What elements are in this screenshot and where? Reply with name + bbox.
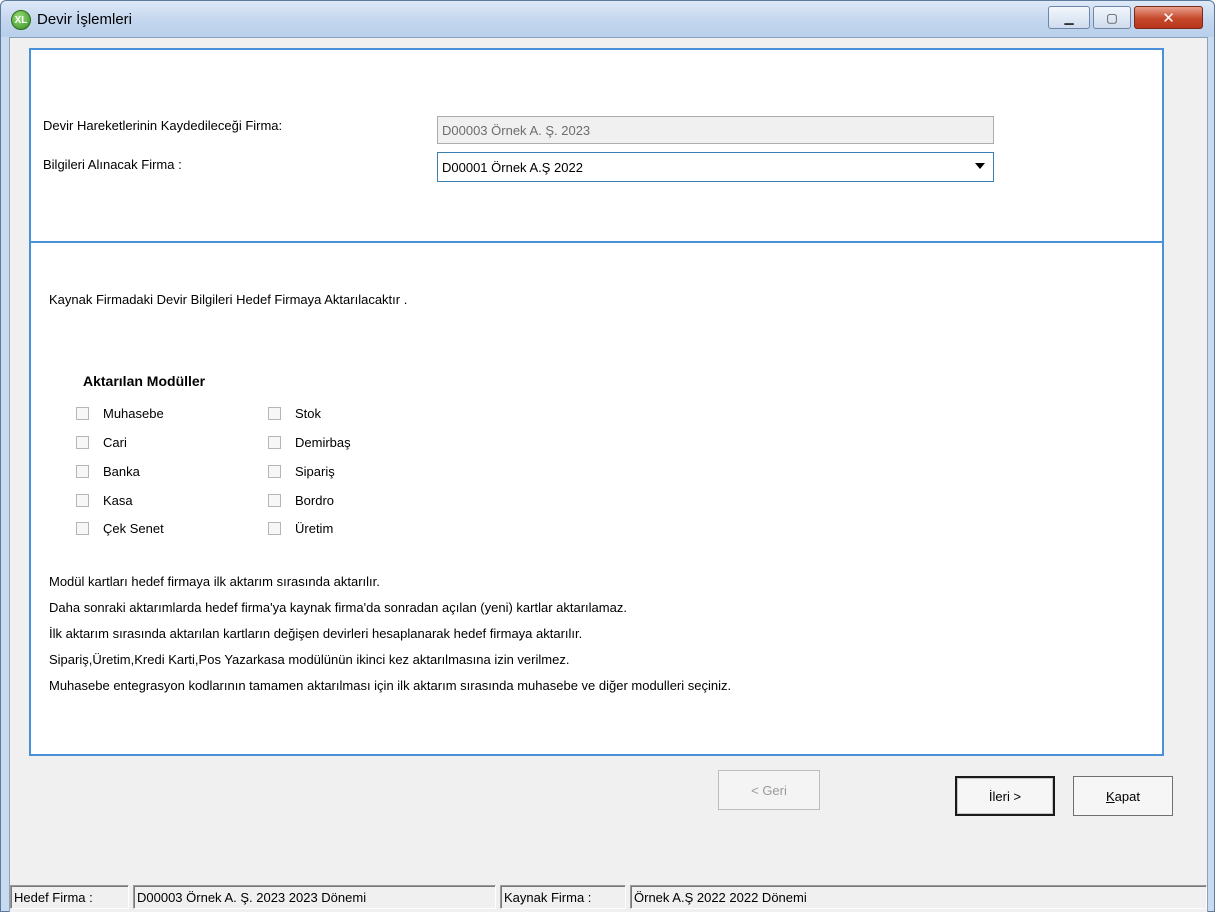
status-source-label: Kaynak Firma : [500,885,626,909]
note-line: Muhasebe entegrasyon kodlarının tamamen … [49,678,732,693]
next-button[interactable]: İleri > [955,776,1055,816]
checkbox-box[interactable] [268,465,281,478]
module-checkbox-demirbas[interactable]: Demirbaş [268,435,351,450]
firm-selection-panel: Devir Hareketlerinin Kaydedileceği Firma… [29,48,1164,243]
note-line: Modül kartları hedef firmaya ilk aktarım… [49,574,380,589]
checkbox-box[interactable] [268,494,281,507]
source-firm-label: Bilgileri Alınacak Firma : [43,157,182,172]
window-title: Devir İşlemleri [37,11,133,28]
dialog-client-area: Devir Hareketlerinin Kaydedileceği Firma… [9,37,1208,912]
module-label: Üretim [295,521,334,536]
next-button-label: İleri > [957,778,1053,814]
status-bar: Hedef Firma : D00003 Örnek A. Ş. 2023 20… [10,880,1207,912]
source-firm-value: D00001 Örnek A.Ş 2022 [442,159,583,175]
module-label: Muhasebe [103,406,164,421]
module-label: Cari [103,435,127,450]
title-bar[interactable]: XL Devir İşlemleri ▁ ▢ ✕ [1,1,1214,37]
note-line: Daha sonraki aktarımlarda hedef firma'ya… [49,600,627,615]
status-target-value: D00003 Örnek A. Ş. 2023 2023 Dönemi [133,885,496,909]
module-checkbox-bordro[interactable]: Bordro [268,493,334,508]
status-source-value: Örnek A.Ş 2022 2022 Dönemi [630,885,1207,909]
module-checkbox-kasa[interactable]: Kasa [76,493,133,508]
close-icon: ✕ [1162,9,1175,27]
module-checkbox-banka[interactable]: Banka [76,464,140,479]
close-window-button[interactable]: ✕ [1134,6,1203,29]
module-label: Bordro [295,493,335,508]
module-label: Çek Senet [103,521,164,536]
checkbox-box[interactable] [76,522,89,535]
app-logo-icon: XL [11,10,31,30]
module-label: Banka [103,464,140,479]
note-line: Sipariş,Üretim,Kredi Karti,Pos Yazarkasa… [49,652,570,667]
module-checkbox-muhasebe[interactable]: Muhasebe [76,406,164,421]
checkbox-box[interactable] [268,436,281,449]
close-button[interactable]: Kapat [1073,776,1173,816]
module-label: Kasa [103,493,133,508]
transfer-info-panel: Kaynak Firmadaki Devir Bilgileri Hedef F… [29,241,1164,756]
modules-title: Aktarılan Modüller [83,373,206,389]
info-line: Kaynak Firmadaki Devir Bilgileri Hedef F… [49,292,408,307]
checkbox-box[interactable] [268,407,281,420]
module-label: Stok [295,406,322,421]
module-checkbox-siparis[interactable]: Sipariş [268,464,335,479]
app-window: XL Devir İşlemleri ▁ ▢ ✕ Devir Hareketle… [0,0,1215,912]
module-label: Demirbaş [295,435,351,450]
checkbox-box[interactable] [268,522,281,535]
checkbox-box[interactable] [76,407,89,420]
module-checkbox-stok[interactable]: Stok [268,406,321,421]
module-label: Sipariş [295,464,335,479]
checkbox-box[interactable] [76,436,89,449]
target-firm-field: D00003 Örnek A. Ş. 2023 [437,116,994,144]
maximize-icon: ▢ [1106,10,1118,25]
source-firm-select[interactable]: D00001 Örnek A.Ş 2022 [437,152,994,182]
status-target-label: Hedef Firma : [10,885,129,909]
back-button[interactable]: < Geri [718,770,820,810]
checkbox-box[interactable] [76,465,89,478]
chevron-down-icon[interactable] [975,163,985,169]
maximize-button[interactable]: ▢ [1093,6,1131,29]
module-checkbox-uretim[interactable]: Üretim [268,521,333,536]
checkbox-box[interactable] [76,494,89,507]
minimize-button[interactable]: ▁ [1048,6,1090,29]
module-checkbox-cari[interactable]: Cari [76,435,127,450]
minimize-icon: ▁ [1064,10,1074,25]
close-button-label: Kapat [1106,788,1140,804]
note-line: İlk aktarım sırasında aktarılan kartları… [49,626,583,641]
target-firm-label: Devir Hareketlerinin Kaydedileceği Firma… [43,118,283,133]
module-checkbox-cek-senet[interactable]: Çek Senet [76,521,164,536]
